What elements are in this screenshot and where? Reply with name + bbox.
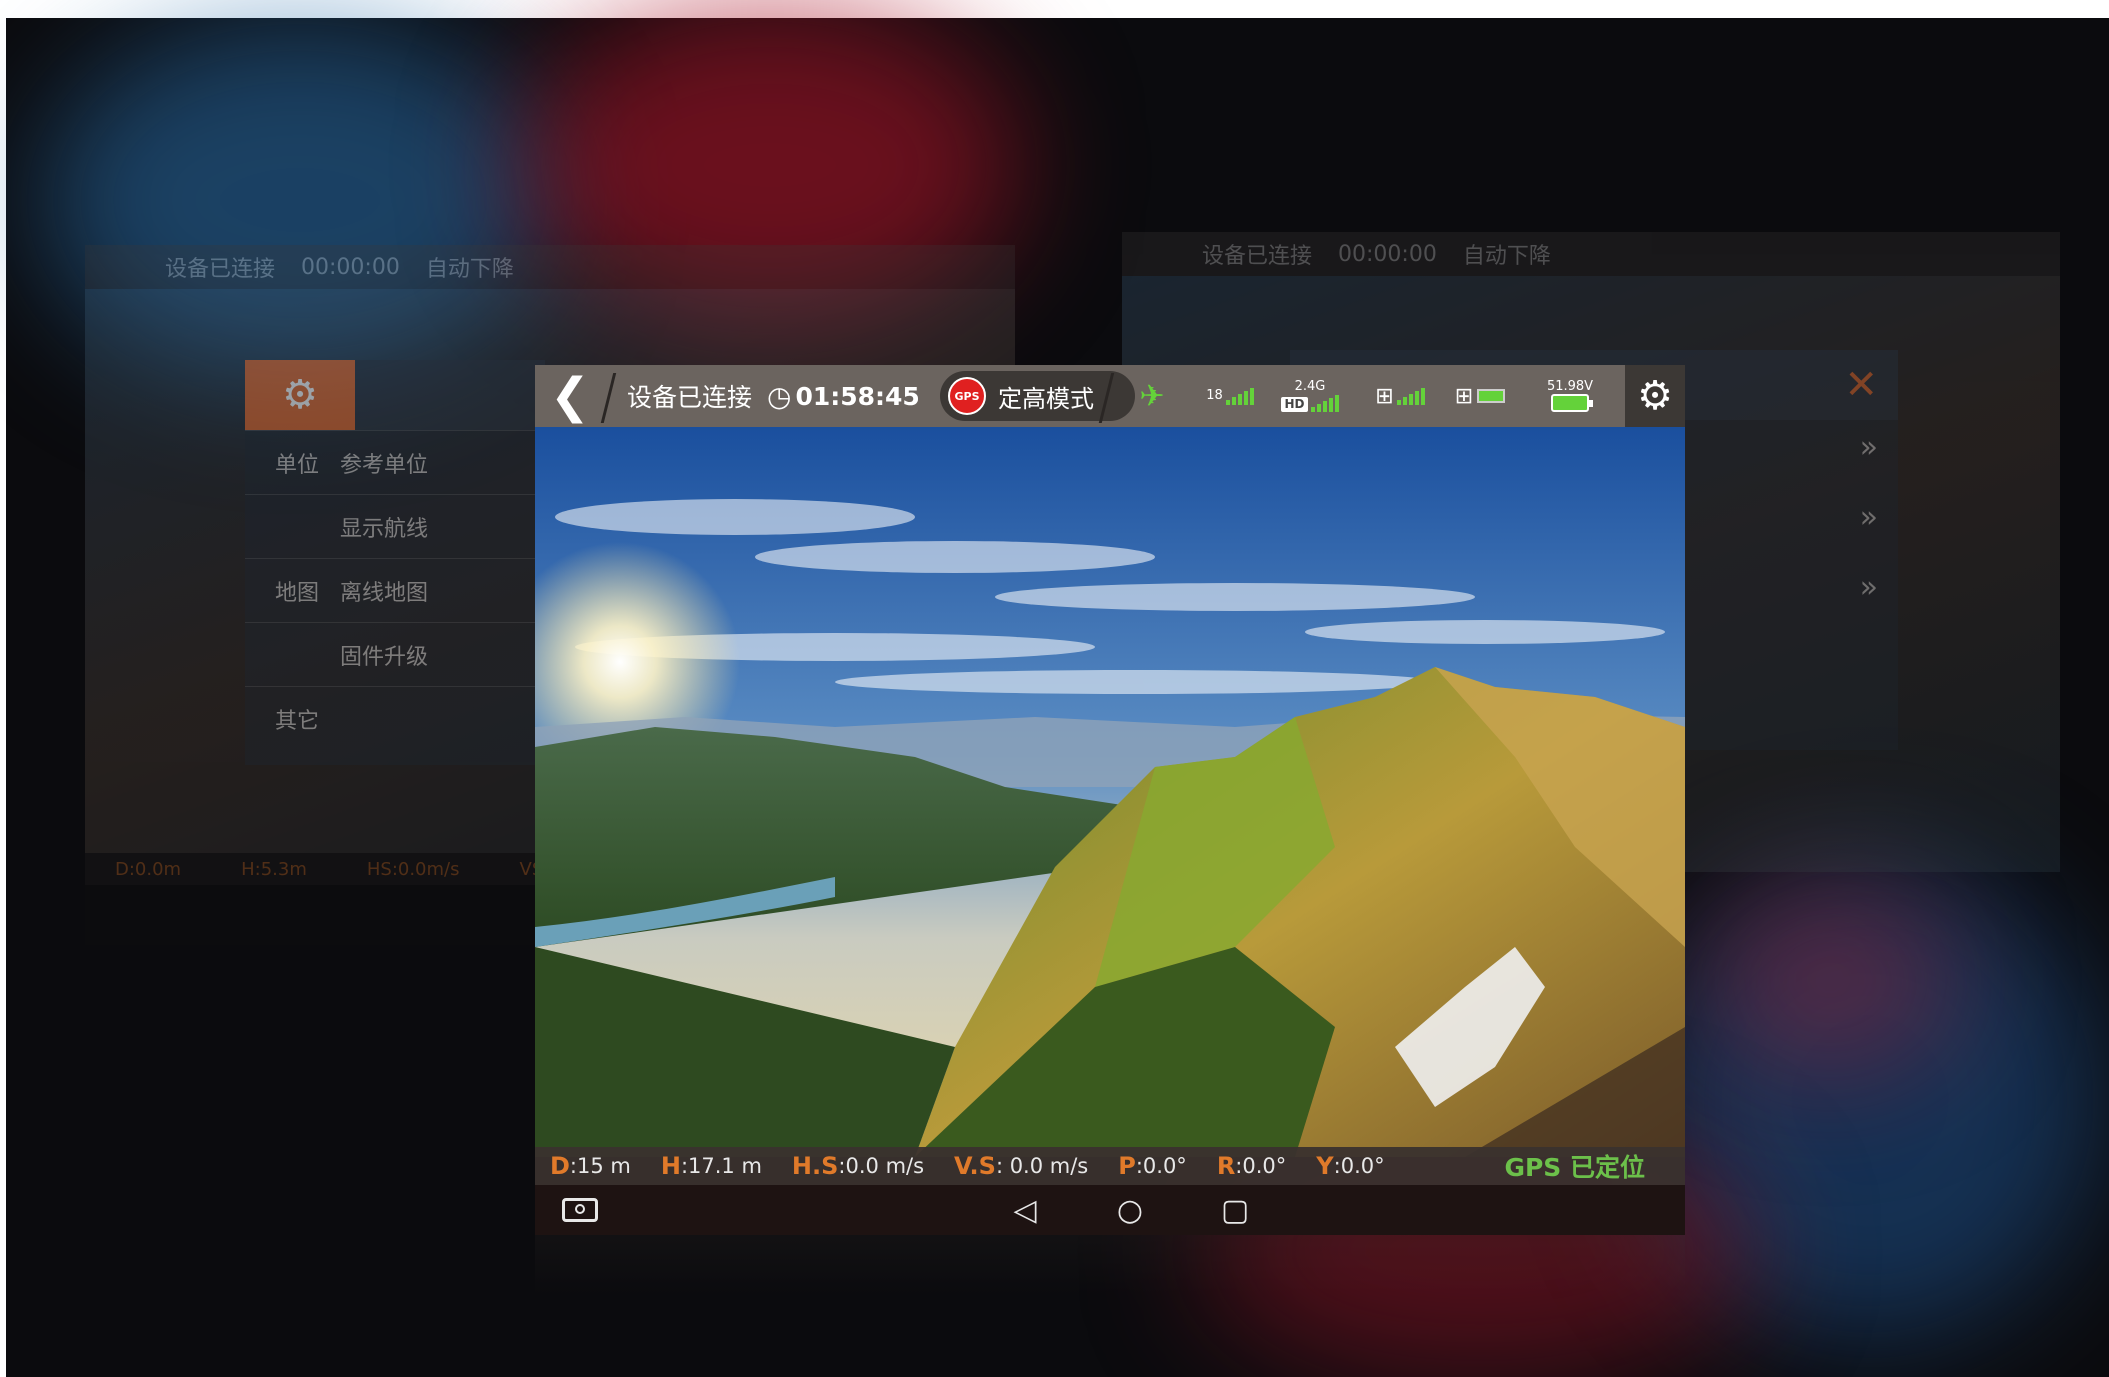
tel-h-label: H [660,1152,681,1180]
tel-r-value: :0.0° [1235,1154,1287,1178]
remote-battery: ⊞ [1447,365,1513,427]
composite-stage: 设备已连接 00:00:00 自动下降 D:0.0m H:5.3m HS:0.0… [0,0,2109,1377]
battery-voltage: 51.98V [1546,379,1594,394]
remote-signal: ⊞ [1370,365,1430,427]
nav-home-button[interactable]: ○ [1100,1185,1160,1235]
ghost-settings-menu: ⚙ 单位 参考单位 显示航线 地图 离线地图 固件升级 其它 [245,360,545,765]
gear-icon: ⚙ [1637,373,1673,419]
ghost-left-tel-d: D:0.0m [115,858,182,880]
menu-row-value: 显示航线 [340,516,429,542]
smoke-red-right [1700,880,1960,1080]
gps-status: GPS 已定位 [1504,1153,1645,1182]
right-menu-close-icon: ✕ [1844,362,1878,408]
menu-tab-settings-gear-icon: ⚙ [245,360,355,430]
flight-mode-text: 定高模式 [998,384,1094,413]
gps-badge-icon: GPS [948,377,986,415]
tel-y-value: :0.0° [1333,1154,1385,1178]
video-signal-icon [1310,394,1339,412]
remote-signal-icon [1396,387,1425,405]
menu-row: 显示航线 [245,494,545,558]
connection-status-text: 设备已连接 [627,383,753,412]
chevron-right-icon: » [1859,500,1878,535]
chevron-right-icon: » [1859,430,1878,465]
hd-badge: HD [1281,397,1308,412]
chevron-left-icon: ❮ [549,368,591,424]
remote-controller-icon: ⊞ [1375,383,1394,409]
tel-p-value: :0.0° [1135,1154,1187,1178]
tel-hs-label: H.S [791,1152,839,1180]
ghost-right-mode: 自动下降 [1462,244,1551,269]
ghost-left-topbar: 设备已连接 00:00:00 自动下降 [85,245,1015,289]
video-link-signal: 2.4G HD [1275,365,1345,427]
satellite-count: 18 [1206,388,1223,403]
tel-p-label: P [1118,1152,1136,1180]
ghost-right-timer: 00:00:00 [1338,241,1437,267]
menu-row-label: 其它 [275,708,320,734]
tel-d-value: :15 m [569,1154,631,1178]
ghost-left-tel-h: H:5.3m [241,858,307,880]
gps-badge-text: GPS [954,389,980,403]
camera-icon [562,1198,598,1222]
menu-row-value: 离线地图 [340,580,429,606]
drone-battery: 51.98V [1530,365,1610,427]
remote-battery-icon [1477,389,1506,403]
ghost-left-mode: 自动下降 [425,257,514,282]
menu-row: 单位 参考单位 [245,430,545,494]
triangle-back-icon: ◁ [1013,1192,1037,1228]
menu-row: 其它 [245,686,545,750]
left-border [0,0,6,1377]
settings-button[interactable]: ⚙ [1625,365,1685,427]
app-reflection [535,1235,1685,1295]
nav-back-button[interactable]: ◁ [995,1185,1055,1235]
circle-home-icon: ○ [1116,1192,1144,1228]
camera-live-view[interactable] [535,427,1685,1157]
drone-status-button[interactable]: ✈ [1127,365,1177,427]
status-topbar: ❮ 设备已连接 ◷ 01:58:45 GPS 定高模式 ✈ 18 2.4G HD… [535,365,1685,427]
nav-recents-button[interactable]: ▢ [1205,1185,1265,1235]
clock-icon: ◷ [767,379,792,413]
flight-timer-text: 01:58:45 [795,381,920,411]
flight-timer: ◷ 01:58:45 [767,365,920,427]
top-border [0,0,2109,18]
screenshot-button[interactable] [555,1185,605,1235]
square-recents-icon: ▢ [1220,1192,1250,1228]
ghost-left-connection: 设备已连接 [165,257,276,282]
menu-row: 地图 离线地图 [245,558,545,622]
tel-y-label: Y [1316,1152,1334,1180]
tel-r-label: R [1216,1152,1236,1180]
link-band: 2.4G [1294,379,1326,394]
satellite-signal-icon [1225,387,1254,405]
drone-fpv-app: ❮ 设备已连接 ◷ 01:58:45 GPS 定高模式 ✈ 18 2.4G HD… [535,365,1685,1235]
ghost-left-timer: 00:00:00 [301,254,400,280]
remote-controller-icon: ⊞ [1454,383,1474,409]
ghost-right-topbar: 设备已连接 00:00:00 自动下降 [1122,232,2060,276]
battery-icon [1551,394,1593,412]
tel-hs-value: :0.0 m/s [838,1154,925,1178]
android-navbar: ◁ ○ ▢ [535,1185,1685,1235]
menu-row-label: 单位 [275,452,320,478]
drone-satellite-icon: ✈ [1139,378,1165,414]
menu-row: 固件升级 [245,622,545,686]
ghost-right-connection: 设备已连接 [1202,244,1313,269]
menu-row-value: 参考单位 [340,452,429,478]
menu-row-value: 固件升级 [340,644,429,670]
tel-h-value: :17.1 m [680,1154,762,1178]
camera-feed-image [535,427,1685,1157]
connection-status: 设备已连接 [627,365,752,427]
ghost-left-tel-hs: HS:0.0m/s [366,858,460,880]
satellite-signal: 18 [1205,365,1255,427]
back-button[interactable]: ❮ [535,365,605,427]
chevron-right-icon: » [1859,570,1878,605]
telemetry-bar: D:15 m H:17.1 m H.S:0.0 m/s V.S: 0.0 m/s… [535,1147,1685,1185]
tel-d-label: D [550,1152,570,1180]
tel-vs-value: : 0.0 m/s [995,1154,1089,1178]
tel-vs-label: V.S [954,1152,996,1180]
menu-row-label: 地图 [275,580,320,606]
